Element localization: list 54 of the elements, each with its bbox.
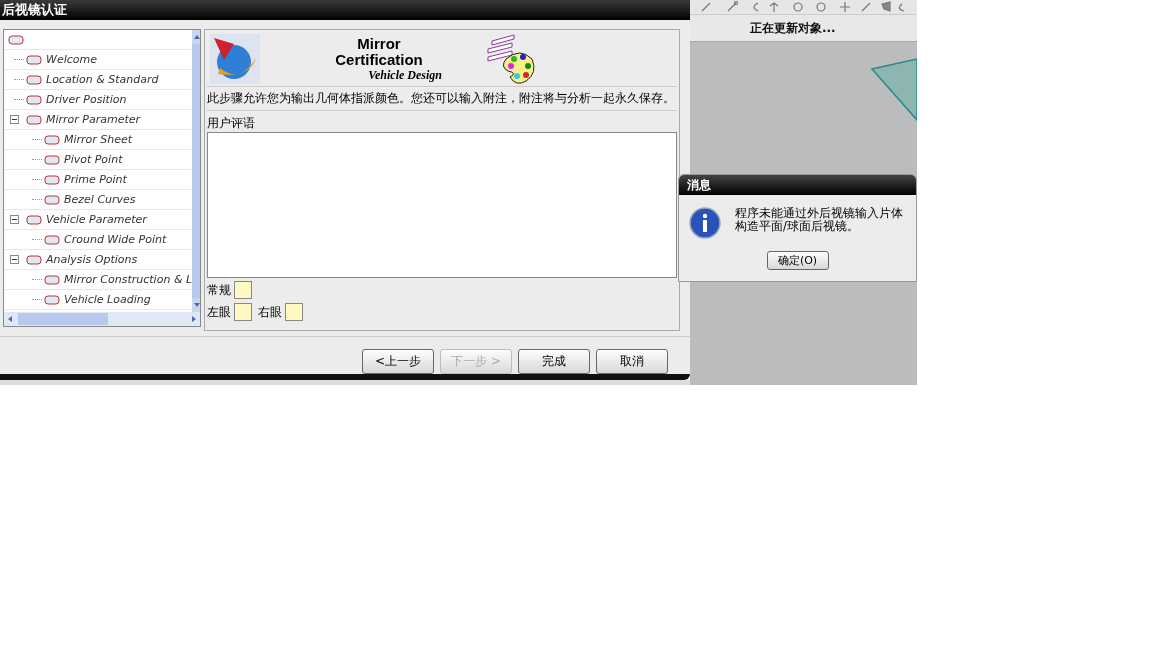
ok-button[interactable]: 确定(O) <box>766 251 829 270</box>
comments-field[interactable] <box>207 132 677 278</box>
color-swatch[interactable] <box>234 303 252 321</box>
horizontal-scrollbar[interactable] <box>4 312 200 326</box>
wizard-button[interactable]: 完成 <box>518 349 590 374</box>
tree-node-icon <box>26 113 42 126</box>
tree-item[interactable]: Analysis Options <box>44 253 138 266</box>
tree-node-icon <box>26 93 42 106</box>
collapse-icon[interactable] <box>10 215 19 224</box>
color-swatch[interactable] <box>234 281 252 299</box>
tree-item[interactable]: Mirror Parameter <box>44 113 141 126</box>
tree-node-icon <box>44 133 60 146</box>
tree-node-icon <box>44 153 60 166</box>
palette-icon <box>484 33 536 85</box>
tree-item[interactable]: Driver Position <box>44 93 127 106</box>
tree-item[interactable]: Welcome <box>44 53 97 66</box>
info-icon <box>689 207 721 239</box>
tree-node-icon <box>26 253 42 266</box>
banner-title: Certification <box>335 51 423 68</box>
tree-node-icon <box>26 53 42 66</box>
tree-node-icon <box>26 73 42 86</box>
status-text: 正在更新对象... <box>750 19 836 37</box>
tree-node-icon <box>44 293 60 306</box>
vertical-scrollbar[interactable] <box>192 30 200 312</box>
wizard-button[interactable]: 取消 <box>596 349 668 374</box>
tree-node-icon <box>44 233 60 246</box>
tree-item[interactable]: Mirror Sheet <box>62 133 133 146</box>
tree-node-icon <box>44 173 60 186</box>
description-text: 此步骤允许您为输出几何体指派颜色。您还可以输入附注，附注将与分析一起永久保存。 <box>207 87 677 111</box>
tree-item[interactable]: Mirror Construction & L <box>62 273 193 286</box>
banner-title: Mirror <box>357 35 401 52</box>
collapse-icon[interactable] <box>10 115 19 124</box>
tree-item[interactable]: Bezel Curves <box>62 193 136 206</box>
color-swatch[interactable] <box>285 303 303 321</box>
tree-item[interactable]: Cround Wide Point <box>62 233 167 246</box>
tree-node-icon <box>26 213 42 226</box>
tree-item[interactable]: Vehicle Loading <box>62 293 151 306</box>
color-label: 右眼 <box>258 303 282 321</box>
wizard-button[interactable]: <上一步 <box>362 349 434 374</box>
tree-node-icon <box>44 273 60 286</box>
message-text: 程序未能通过外后视镜输入片体构造平面/球面后视镜。 <box>735 207 904 233</box>
tree-item[interactable]: Pivot Point <box>62 153 123 166</box>
comments-label: 用户评语 <box>207 115 256 132</box>
tree-item[interactable]: Vehicle Parameter <box>44 213 147 226</box>
tree-node-icon <box>8 33 24 46</box>
window-title: 后视镜认证 <box>2 1 67 19</box>
color-label: 左眼 <box>207 303 231 321</box>
window-title: 消息 <box>687 176 711 194</box>
collapse-icon[interactable] <box>10 255 19 264</box>
tree-node-icon <box>44 193 60 206</box>
color-label: 常规 <box>207 281 231 299</box>
banner-subtitle: Vehicle Design <box>368 67 442 83</box>
tree-item[interactable]: Location & Standard <box>44 73 159 86</box>
tree-item[interactable]: Prime Point <box>62 173 127 186</box>
